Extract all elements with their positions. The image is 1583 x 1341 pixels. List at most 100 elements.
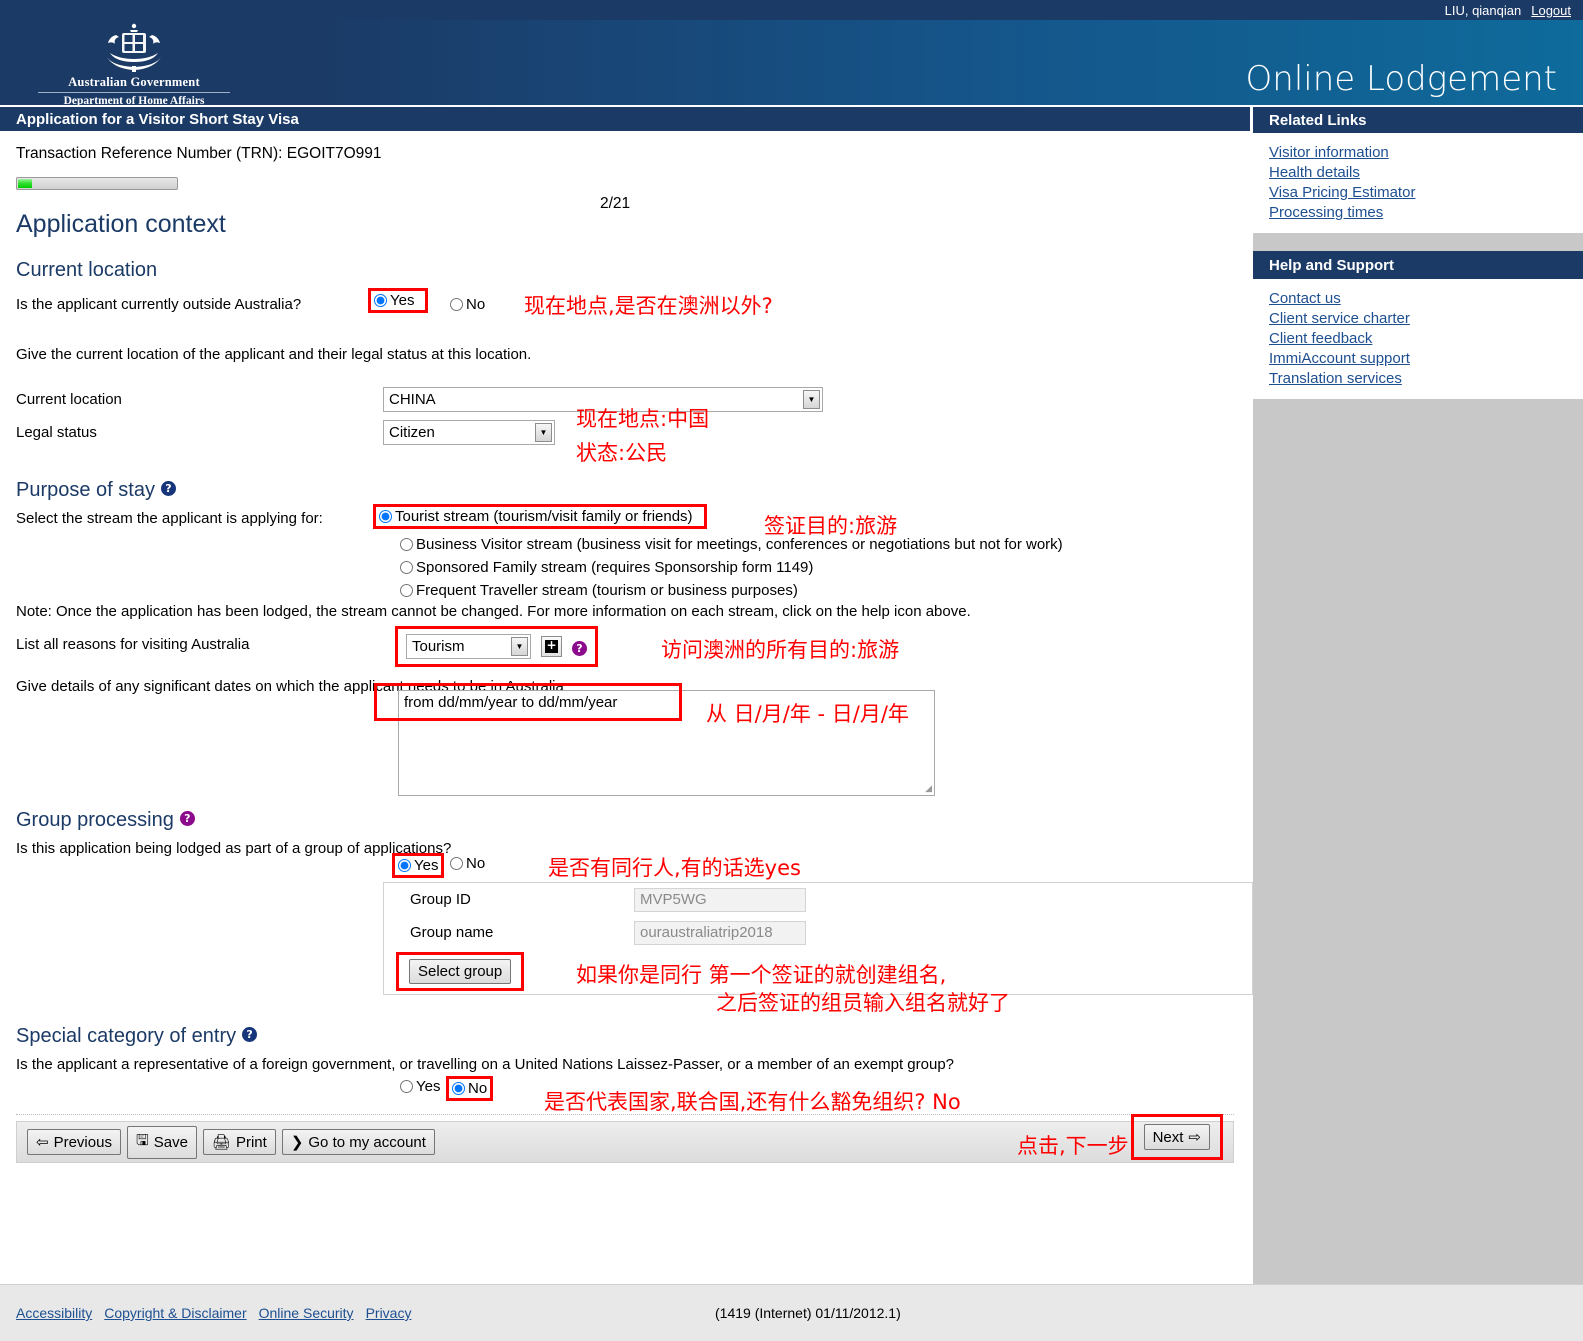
help-icon-special-category[interactable]: ? [242, 1027, 257, 1042]
stream-prompt: Select the stream the applicant is apply… [16, 510, 323, 527]
current-location-heading: Current location [16, 259, 1234, 282]
outside-australia-yes-label: Yes [390, 292, 414, 309]
form-title: Application for a Visitor Short Stay Vis… [16, 111, 299, 128]
sidebar-link-visitor-information[interactable]: Visitor information [1269, 143, 1583, 163]
stream-option-frequent-traveller-radio[interactable] [400, 584, 413, 597]
annotation-special-category: 是否代表国家,联合国,还有什么豁免组织? No [544, 1086, 961, 1116]
annotation-current-location: 现在地点:中国 [576, 403, 709, 433]
outside-australia-highlight: Yes [368, 288, 428, 313]
build-version: (1419 (Internet) 01/11/2012.1) [715, 1305, 901, 1321]
help-icon-group-processing[interactable]: ? [180, 811, 195, 826]
special-yes[interactable]: Yes [400, 1078, 440, 1095]
reasons-highlight: Tourism ▼ + ? [395, 626, 598, 667]
stream-option-tourist-radio[interactable] [379, 510, 392, 523]
outside-australia-no-radio[interactable] [450, 298, 463, 311]
stream-option-sponsored-family-radio[interactable] [400, 561, 413, 574]
top-utility-bar: LIU, qianqian Logout [0, 0, 1583, 20]
special-no[interactable]: No [452, 1080, 487, 1097]
go-to-my-account-label: Go to my account [308, 1134, 426, 1151]
group-processing-heading: Group processing ? [16, 809, 1234, 832]
save-button[interactable]: 🖫 Save [127, 1126, 197, 1159]
sidebar-link-contact-us[interactable]: Contact us [1269, 289, 1583, 309]
outside-australia-no[interactable]: No [450, 296, 485, 313]
form-toolbar: ⇦ Previous 🖫 Save 🖨 Print ❯ Go to my acc… [16, 1121, 1234, 1163]
stream-note: Note: Once the application has been lodg… [16, 603, 971, 620]
page-layout: Application for a Visitor Short Stay Vis… [0, 105, 1583, 1284]
sidebar-link-client-service-charter[interactable]: Client service charter [1269, 309, 1583, 329]
stream-option-sponsored-family[interactable]: Sponsored Family stream (requires Sponso… [400, 559, 813, 576]
select-group-highlight: Select group [396, 952, 524, 991]
current-location-heading-label: Current location [16, 259, 157, 282]
sidebar-link-visa-pricing-estimator[interactable]: Visa Pricing Estimator [1269, 183, 1583, 203]
page-counter: 2/21 [600, 195, 630, 213]
current-location-select-value: CHINA [389, 391, 436, 408]
annotation-dates: 从 日/月/年 - 日/月/年 [706, 698, 909, 728]
chevron-right-icon: ❯ [291, 1133, 304, 1151]
chevron-down-icon[interactable]: ▼ [535, 423, 552, 442]
annotation-outside-australia: 现在地点,是否在澳洲以外? [524, 290, 773, 320]
form-content: Transaction Reference Number (TRN): EGOI… [0, 133, 1250, 1163]
group-question: Is this application being lodged as part… [16, 840, 451, 857]
logout-link[interactable]: Logout [1531, 3, 1571, 18]
arrow-left-icon: ⇦ [36, 1133, 49, 1151]
special-no-radio[interactable] [452, 1082, 465, 1095]
outside-australia-question: Is the applicant currently outside Austr… [16, 296, 301, 313]
previous-button-label: Previous [54, 1134, 112, 1151]
group-name-field[interactable]: ouraustraliatrip2018 [634, 921, 806, 945]
transaction-reference-number: Transaction Reference Number (TRN): EGOI… [16, 145, 1234, 163]
group-no-radio[interactable] [450, 857, 463, 870]
group-yes-radio[interactable] [398, 859, 411, 872]
footer-link-accessibility[interactable]: Accessibility [16, 1305, 92, 1321]
special-category-heading: Special category of entry ? [16, 1025, 1234, 1048]
footer-link-online-security[interactable]: Online Security [259, 1305, 354, 1321]
reasons-label: List all reasons for visiting Australia [16, 636, 249, 653]
sidebar-link-client-feedback[interactable]: Client feedback [1269, 329, 1583, 349]
site-masthead: Australian Government Department of Home… [0, 20, 1583, 105]
stream-option-tourist[interactable]: Tourist stream (tourism/visit family or … [379, 508, 693, 525]
tourist-stream-highlight: Tourist stream (tourism/visit family or … [373, 504, 707, 529]
chevron-down-icon[interactable]: ▼ [511, 637, 528, 656]
annotation-legal-status: 状态:公民 [576, 437, 667, 467]
outside-australia-yes[interactable]: Yes [374, 292, 414, 309]
group-yes[interactable]: Yes [398, 857, 438, 874]
group-no-label: No [466, 855, 485, 872]
resize-handle-icon[interactable]: ◢ [925, 783, 932, 794]
go-to-my-account-button[interactable]: ❯ Go to my account [282, 1129, 435, 1155]
chevron-down-icon[interactable]: ▼ [803, 390, 820, 409]
outside-australia-yes-radio[interactable] [374, 294, 387, 307]
previous-button[interactable]: ⇦ Previous [27, 1129, 121, 1155]
legal-status-select-value: Citizen [389, 424, 435, 441]
purpose-of-stay-heading: Purpose of stay ? [16, 479, 1234, 502]
reasons-select[interactable]: Tourism ▼ [406, 634, 531, 659]
reasons-select-value: Tourism [412, 638, 465, 655]
sidebar-link-health-details[interactable]: Health details [1269, 163, 1583, 183]
sidebar-link-translation-services[interactable]: Translation services [1269, 369, 1583, 389]
print-button[interactable]: 🖨 Print [203, 1129, 276, 1155]
save-button-label: Save [154, 1134, 188, 1151]
stream-option-business-radio[interactable] [400, 538, 413, 551]
main-column: Application for a Visitor Short Stay Vis… [0, 105, 1253, 1284]
group-yes-label: Yes [414, 857, 438, 874]
help-icon-reasons[interactable]: ? [572, 641, 587, 656]
sidebar-link-processing-times[interactable]: Processing times [1269, 203, 1583, 223]
footer-link-privacy[interactable]: Privacy [366, 1305, 412, 1321]
form-header-bar: Application for a Visitor Short Stay Vis… [0, 105, 1250, 133]
group-yes-highlight: Yes [392, 853, 444, 878]
sidebar-link-immiaccount-support[interactable]: ImmiAccount support [1269, 349, 1583, 369]
stream-option-business-label: Business Visitor stream (business visit … [416, 536, 1063, 553]
group-id-field[interactable]: MVP5WG [634, 888, 806, 912]
help-and-support-body: Contact us Client service charter Client… [1253, 279, 1583, 399]
stream-option-business[interactable]: Business Visitor stream (business visit … [400, 536, 1063, 553]
stream-option-frequent-traveller[interactable]: Frequent Traveller stream (tourism or bu… [400, 582, 798, 599]
special-yes-radio[interactable] [400, 1080, 413, 1093]
help-icon-purpose-of-stay[interactable]: ? [161, 481, 176, 496]
next-button[interactable]: Next ⇨ [1144, 1124, 1210, 1150]
annotation-reasons: 访问澳洲的所有目的:旅游 [661, 634, 899, 664]
progress-bar [16, 177, 178, 190]
add-reason-button[interactable]: + [541, 636, 562, 657]
select-group-button[interactable]: Select group [409, 959, 511, 984]
group-no[interactable]: No [450, 855, 485, 872]
legal-status-select[interactable]: Citizen ▼ [383, 420, 555, 445]
annotation-group-line1: 如果你是同行 第一个签证的就创建组名, [576, 959, 946, 989]
footer-link-copyright-disclaimer[interactable]: Copyright & Disclaimer [104, 1305, 246, 1321]
